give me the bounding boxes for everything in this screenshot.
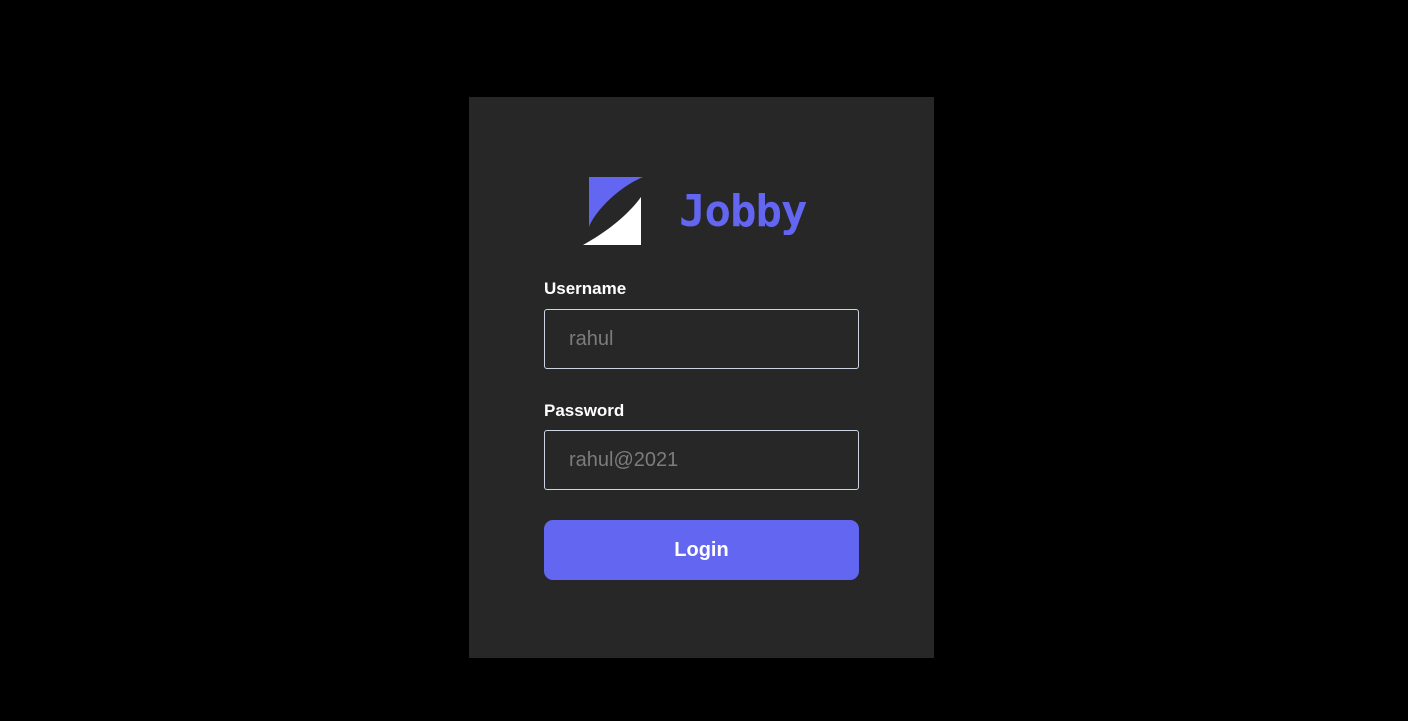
username-input[interactable] [544, 309, 859, 369]
password-input[interactable] [544, 430, 859, 490]
login-card: Jobby Username Password Login [469, 97, 934, 658]
jobby-logo-icon [583, 177, 643, 245]
username-label: Username [544, 279, 627, 298]
logo: Jobby [581, 175, 807, 245]
login-button[interactable]: Login [544, 520, 859, 580]
password-label: Password [544, 401, 625, 420]
brand-name: Jobby [679, 186, 807, 237]
